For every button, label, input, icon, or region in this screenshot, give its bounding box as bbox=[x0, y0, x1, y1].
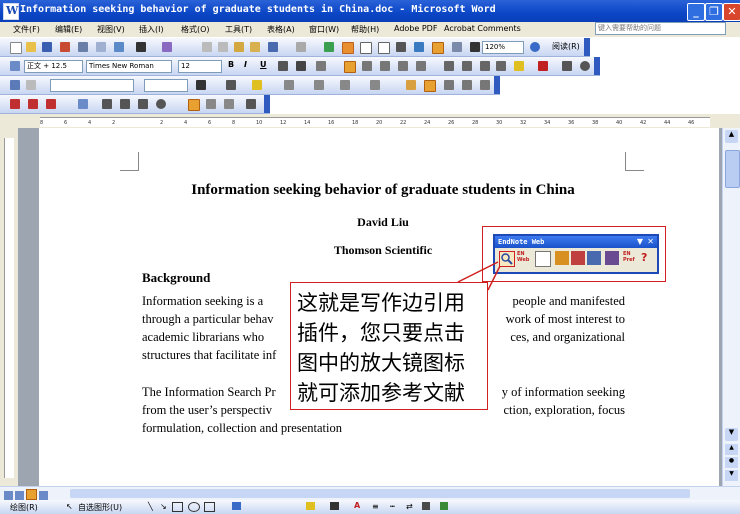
annotation-callout: 这就是写作边引用 插件，您只要点击 图中的放大镜图标 就可添加参考文献 bbox=[290, 282, 488, 410]
wordart-icon[interactable] bbox=[232, 502, 241, 510]
line-style-icon[interactable]: ≡ bbox=[372, 502, 379, 511]
shadow-icon[interactable] bbox=[422, 502, 430, 510]
callout-line-4: 就可添加参考文献 bbox=[297, 381, 465, 405]
autoshapes-button[interactable]: 自选图形(U) bbox=[78, 502, 122, 513]
next-page-icon[interactable]: ▼ bbox=[725, 470, 738, 481]
line-color-icon[interactable] bbox=[330, 502, 339, 510]
scroll-down-icon[interactable]: ▼ bbox=[725, 428, 738, 441]
hscroll-thumb[interactable] bbox=[70, 489, 690, 498]
callout-pointer bbox=[457, 261, 501, 291]
arrow-style-icon[interactable]: ⇄ bbox=[406, 502, 413, 511]
prev-page-icon[interactable]: ▲ bbox=[725, 444, 738, 455]
textbox-icon[interactable] bbox=[204, 502, 215, 512]
callout-line-3: 图中的放大镜图标 bbox=[297, 351, 465, 375]
view-buttons[interactable] bbox=[4, 489, 64, 500]
dash-style-icon[interactable]: ┅ bbox=[390, 502, 395, 511]
callout-line-1: 这就是写作边引用 bbox=[297, 291, 465, 315]
line-icon[interactable]: ╲ bbox=[148, 502, 153, 511]
horizontal-scrollbar[interactable] bbox=[0, 486, 740, 501]
fill-color-icon[interactable] bbox=[306, 502, 315, 510]
font-color2-icon[interactable]: A bbox=[354, 501, 360, 510]
callout-line-2: 插件，您只要点击 bbox=[297, 321, 465, 345]
scroll-thumb[interactable] bbox=[725, 150, 740, 188]
rectangle-icon[interactable] bbox=[172, 502, 183, 512]
draw-menu-button[interactable]: 绘图(R) bbox=[10, 502, 38, 513]
oval-icon[interactable] bbox=[188, 502, 200, 512]
select-objects-icon[interactable]: ↖ bbox=[66, 502, 73, 511]
3d-icon[interactable] bbox=[440, 502, 448, 510]
browse-object-icon[interactable]: ● bbox=[725, 457, 738, 468]
arrow-icon[interactable]: ↘ bbox=[160, 502, 167, 511]
scroll-up-icon[interactable]: ▲ bbox=[725, 130, 738, 143]
vertical-scrollbar[interactable]: ▲ ▼ ▲ ● ▼ bbox=[722, 128, 740, 486]
drawing-toolbar: 绘图(R) ↖ 自选图形(U) ╲ ↘ A ≡ ┅ ⇄ bbox=[0, 500, 740, 514]
